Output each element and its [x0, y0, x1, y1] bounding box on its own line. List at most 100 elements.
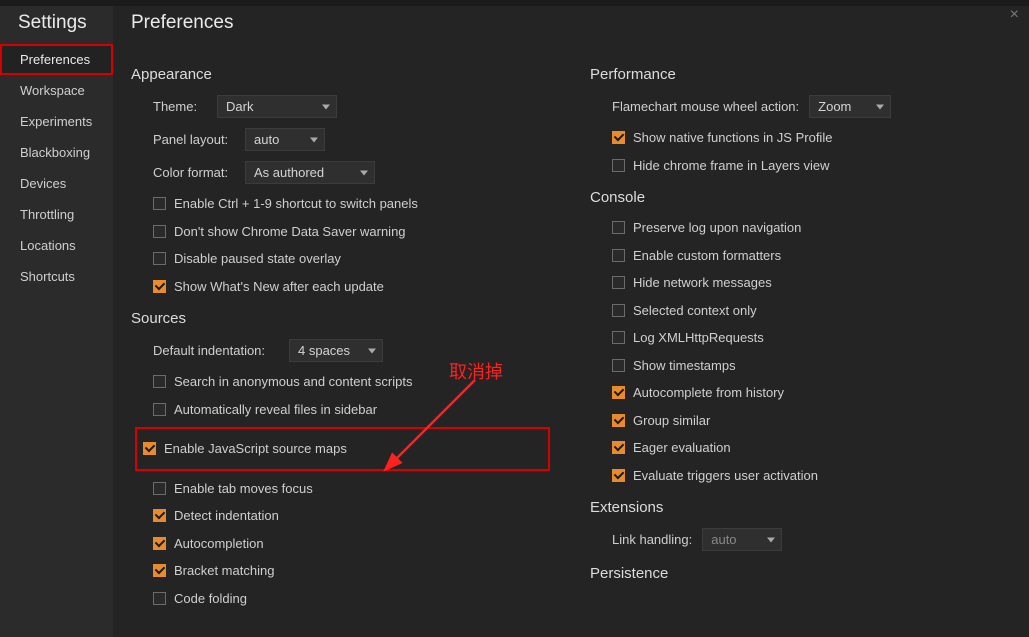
console-checkbox[interactable] [612, 469, 625, 482]
link-handling-label: Link handling: [612, 532, 692, 547]
console-check-row: Selected context only [612, 301, 1009, 321]
sources-check-row: Code folding [153, 589, 550, 609]
console-checkbox[interactable] [612, 359, 625, 372]
sources-checkbox[interactable] [153, 537, 166, 550]
console-check-label[interactable]: Preserve log upon navigation [633, 218, 801, 238]
console-checkbox[interactable] [612, 441, 625, 454]
sources-checkbox[interactable] [143, 442, 156, 455]
performance-check-row: Show native functions in JS Profile [612, 128, 1009, 148]
theme-label: Theme: [153, 99, 207, 114]
sidebar-item-label: Devices [20, 176, 66, 191]
sidebar-item-devices[interactable]: Devices [0, 168, 113, 199]
console-checkbox[interactable] [612, 331, 625, 344]
flamechart-select[interactable]: Zoom [809, 95, 891, 118]
console-check-label[interactable]: Log XMLHttpRequests [633, 328, 764, 348]
appearance-check-row: Show What's New after each update [153, 277, 550, 297]
sidebar-item-shortcuts[interactable]: Shortcuts [0, 261, 113, 292]
console-checkbox[interactable] [612, 414, 625, 427]
appearance-check-label[interactable]: Show What's New after each update [174, 277, 384, 297]
section-extensions: Extensions [590, 499, 1009, 516]
sources-checkbox[interactable] [153, 403, 166, 416]
sources-checkbox[interactable] [153, 509, 166, 522]
console-check-label[interactable]: Hide network messages [633, 273, 772, 293]
performance-check-label[interactable]: Hide chrome frame in Layers view [633, 156, 830, 176]
color-format-select[interactable]: As authored [245, 161, 375, 184]
sources-check-label[interactable]: Bracket matching [174, 561, 274, 581]
console-check-row: Log XMLHttpRequests [612, 328, 1009, 348]
console-check-label[interactable]: Autocomplete from history [633, 383, 784, 403]
sources-check-label[interactable]: Automatically reveal files in sidebar [174, 400, 377, 420]
sources-check-label[interactable]: Enable JavaScript source maps [164, 439, 347, 459]
console-checkbox[interactable] [612, 304, 625, 317]
section-appearance: Appearance [131, 66, 550, 83]
appearance-check-label[interactable]: Don't show Chrome Data Saver warning [174, 222, 406, 242]
performance-checkbox[interactable] [612, 159, 625, 172]
right-column: Performance Flamechart mouse wheel actio… [590, 52, 1009, 616]
close-icon[interactable]: × [1010, 6, 1019, 24]
main-panel: Preferences Appearance Theme: Dark Panel… [113, 0, 1029, 637]
performance-check-row: Hide chrome frame in Layers view [612, 156, 1009, 176]
console-check-row: Evaluate triggers user activation [612, 466, 1009, 486]
sources-check-row: Bracket matching [153, 561, 550, 581]
sources-checkbox[interactable] [153, 564, 166, 577]
appearance-check-row: Don't show Chrome Data Saver warning [153, 222, 550, 242]
section-console: Console [590, 189, 1009, 206]
link-handling-select[interactable]: auto [702, 528, 782, 551]
sources-checkbox[interactable] [153, 482, 166, 495]
annotation-text: 取消掉 [449, 358, 503, 384]
console-check-row: Enable custom formatters [612, 246, 1009, 266]
performance-check-label[interactable]: Show native functions in JS Profile [633, 128, 832, 148]
appearance-check-label[interactable]: Enable Ctrl + 1-9 shortcut to switch pan… [174, 194, 418, 214]
appearance-check-row: Enable Ctrl + 1-9 shortcut to switch pan… [153, 194, 550, 214]
sources-checkbox[interactable] [153, 592, 166, 605]
console-check-label[interactable]: Selected context only [633, 301, 757, 321]
sidebar-item-experiments[interactable]: Experiments [0, 106, 113, 137]
sources-check-row: Detect indentation [153, 506, 550, 526]
default-indent-select[interactable]: 4 spaces [289, 339, 383, 362]
sidebar-item-workspace[interactable]: Workspace [0, 75, 113, 106]
console-check-row: Eager evaluation [612, 438, 1009, 458]
sources-check-label[interactable]: Autocompletion [174, 534, 264, 554]
left-column: Appearance Theme: Dark Panel layout: aut… [131, 52, 550, 616]
appearance-checkbox[interactable] [153, 280, 166, 293]
sources-checkbox[interactable] [153, 375, 166, 388]
sources-check-row: Enable JavaScript source maps [135, 427, 550, 471]
sources-check-row: Enable tab moves focus [153, 479, 550, 499]
console-check-label[interactable]: Enable custom formatters [633, 246, 781, 266]
sidebar-item-blackboxing[interactable]: Blackboxing [0, 137, 113, 168]
console-check-row: Show timestamps [612, 356, 1009, 376]
theme-select[interactable]: Dark [217, 95, 337, 118]
sources-check-label[interactable]: Enable tab moves focus [174, 479, 313, 499]
appearance-check-row: Disable paused state overlay [153, 249, 550, 269]
sidebar: Settings Preferences Workspace Experimen… [0, 0, 113, 637]
console-check-label[interactable]: Show timestamps [633, 356, 736, 376]
console-check-label[interactable]: Eager evaluation [633, 438, 731, 458]
sidebar-item-locations[interactable]: Locations [0, 230, 113, 261]
sidebar-title: Settings [0, 6, 113, 44]
console-checkbox[interactable] [612, 221, 625, 234]
section-sources: Sources [131, 310, 550, 327]
appearance-checkbox[interactable] [153, 225, 166, 238]
sources-check-label[interactable]: Detect indentation [174, 506, 279, 526]
sources-check-row: Autocompletion [153, 534, 550, 554]
console-checkbox[interactable] [612, 386, 625, 399]
performance-checkbox[interactable] [612, 131, 625, 144]
console-checkbox[interactable] [612, 249, 625, 262]
appearance-check-label[interactable]: Disable paused state overlay [174, 249, 341, 269]
appearance-checkbox[interactable] [153, 197, 166, 210]
page-title: Preferences [131, 12, 1009, 34]
sources-check-label[interactable]: Search in anonymous and content scripts [174, 372, 412, 392]
console-check-label[interactable]: Evaluate triggers user activation [633, 466, 818, 486]
appearance-checkbox[interactable] [153, 252, 166, 265]
console-check-label[interactable]: Group similar [633, 411, 710, 431]
sources-check-label[interactable]: Code folding [174, 589, 247, 609]
sidebar-item-label: Throttling [20, 207, 74, 222]
console-check-row: Autocomplete from history [612, 383, 1009, 403]
sidebar-item-throttling[interactable]: Throttling [0, 199, 113, 230]
section-performance: Performance [590, 66, 1009, 83]
sidebar-item-preferences[interactable]: Preferences [0, 44, 113, 75]
panel-layout-select[interactable]: auto [245, 128, 325, 151]
console-checkbox[interactable] [612, 276, 625, 289]
default-indent-label: Default indentation: [153, 343, 279, 358]
console-check-row: Hide network messages [612, 273, 1009, 293]
